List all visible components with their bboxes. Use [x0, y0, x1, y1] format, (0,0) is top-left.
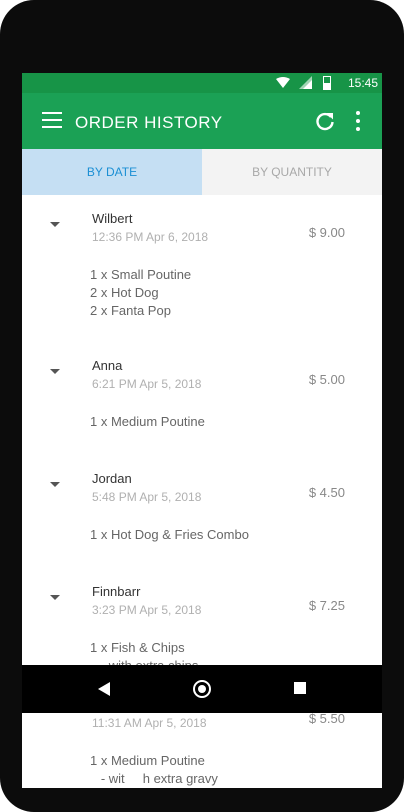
expand-caret-icon[interactable] [50, 482, 60, 487]
tab-by-date[interactable]: BY DATE [22, 149, 202, 195]
customer-name: Jordan [92, 471, 132, 486]
order-date: 3:23 PM Apr 5, 2018 [92, 603, 202, 617]
order-line: 1 x Hot Dog & Fries Combo [90, 527, 249, 542]
order-line: 1 x Small Poutine [90, 267, 192, 282]
order-line: 2 x Hot Dog [90, 285, 159, 300]
battery-icon [323, 76, 331, 90]
order-line: 1 x Fish & Chips [90, 640, 185, 655]
recents-icon[interactable] [294, 682, 306, 694]
app-bar: ORDER HISTORY [22, 93, 382, 149]
order-items: 1 x Hot Dog & Fries Combo [90, 526, 249, 544]
order-total: $ 9.00 [308, 225, 345, 240]
order-items: 1 x Medium Poutine - wit h extra gravy [90, 752, 218, 788]
order-items: 1 x Medium Poutine [90, 413, 205, 431]
tab-bar: BY DATE BY QUANTITY [22, 149, 382, 195]
order-total: $ 4.50 [308, 485, 345, 500]
expand-caret-icon[interactable] [50, 222, 60, 227]
page-title: ORDER HISTORY [75, 113, 223, 132]
order-items: 1 x Small Poutine 2 x Hot Dog 2 x Fanta … [90, 266, 191, 320]
order-date: 12:36 PM Apr 6, 2018 [92, 230, 209, 244]
wifi-icon [276, 77, 290, 88]
tab-by-quantity[interactable]: BY QUANTITY [202, 149, 382, 195]
back-icon[interactable] [98, 682, 110, 696]
order-total: $ 5.50 [308, 711, 345, 726]
order-line: - wit h extra gravy [90, 771, 218, 786]
customer-name: Finnbarr [92, 584, 141, 599]
order-line: 1 x Medium Poutine [90, 753, 205, 768]
refresh-icon[interactable] [314, 110, 336, 132]
status-time: 15:45 [347, 76, 378, 90]
customer-name: Wilbert [92, 211, 133, 226]
expand-caret-icon[interactable] [50, 369, 60, 374]
order-total: $ 7.25 [308, 598, 345, 613]
order-date: 11:31 AM Apr 5, 2018 [92, 716, 207, 730]
order-total: $ 5.00 [308, 372, 345, 387]
customer-name: Anna [92, 358, 123, 373]
home-icon[interactable] [193, 680, 211, 698]
menu-icon[interactable] [42, 112, 62, 130]
order-date: 6:21 PM Apr 5, 2018 [92, 377, 202, 391]
signal-icon [299, 76, 312, 89]
order-line: 1 x Medium Poutine [90, 414, 205, 429]
status-bar: 15:45 [22, 73, 382, 93]
system-nav-bar [22, 665, 382, 713]
more-vert-icon[interactable] [356, 109, 362, 133]
order-line: 2 x Fanta Pop [90, 303, 171, 318]
phone-frame: 15:45 ORDER HISTORY BY DATE BY QUANTITY … [0, 0, 404, 812]
expand-caret-icon[interactable] [50, 595, 60, 600]
order-date: 5:48 PM Apr 5, 2018 [92, 490, 202, 504]
